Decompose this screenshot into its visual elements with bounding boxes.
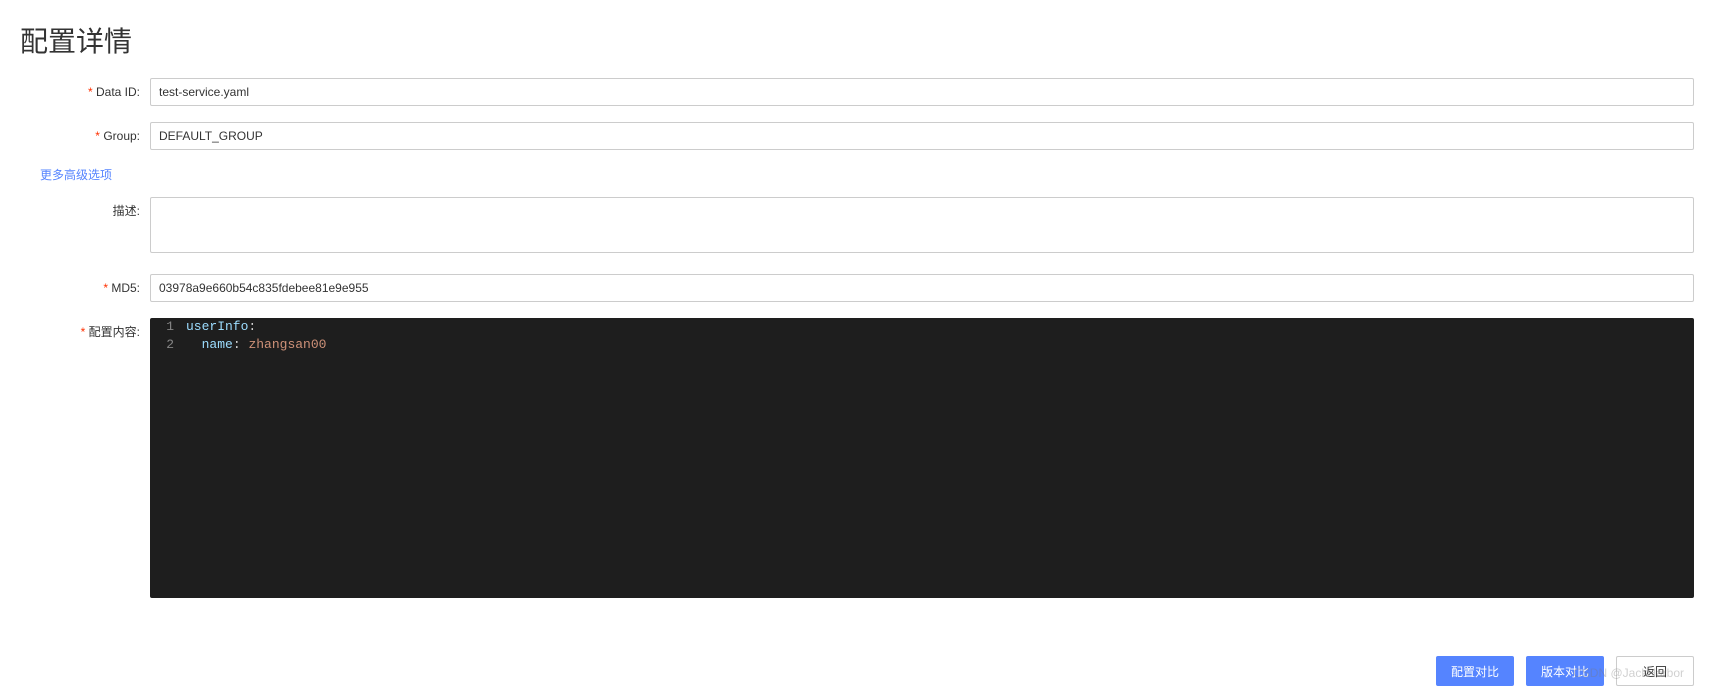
row-content: 配置内容: 1 userInfo: 2 name: zhangsan00 bbox=[20, 318, 1694, 598]
input-description[interactable] bbox=[150, 197, 1694, 253]
row-md5: MD5: bbox=[20, 274, 1694, 302]
page-title: 配置详情 bbox=[20, 20, 1694, 60]
more-options-link[interactable]: 更多高级选项 bbox=[40, 166, 1694, 183]
code-line: 1 userInfo: bbox=[150, 318, 1694, 336]
button-bar: 配置对比 版本对比 返回 bbox=[1436, 656, 1694, 686]
label-data-id: Data ID: bbox=[20, 78, 150, 106]
line-number: 2 bbox=[150, 336, 186, 354]
line-content: name: zhangsan00 bbox=[186, 336, 1694, 354]
label-group: Group: bbox=[20, 122, 150, 150]
label-description: 描述: bbox=[20, 197, 150, 225]
line-content: userInfo: bbox=[186, 318, 1694, 336]
row-description: 描述: bbox=[20, 197, 1694, 258]
back-button[interactable]: 返回 bbox=[1616, 656, 1694, 686]
input-group[interactable] bbox=[150, 122, 1694, 150]
row-data-id: Data ID: bbox=[20, 78, 1694, 106]
line-number: 1 bbox=[150, 318, 186, 336]
code-editor[interactable]: 1 userInfo: 2 name: zhangsan00 bbox=[150, 318, 1694, 598]
code-line: 2 name: zhangsan00 bbox=[150, 336, 1694, 354]
input-md5[interactable] bbox=[150, 274, 1694, 302]
row-group: Group: bbox=[20, 122, 1694, 150]
label-md5: MD5: bbox=[20, 274, 150, 302]
config-compare-button[interactable]: 配置对比 bbox=[1436, 656, 1514, 686]
version-compare-button[interactable]: 版本对比 bbox=[1526, 656, 1604, 686]
label-content: 配置内容: bbox=[20, 318, 150, 346]
input-data-id[interactable] bbox=[150, 78, 1694, 106]
